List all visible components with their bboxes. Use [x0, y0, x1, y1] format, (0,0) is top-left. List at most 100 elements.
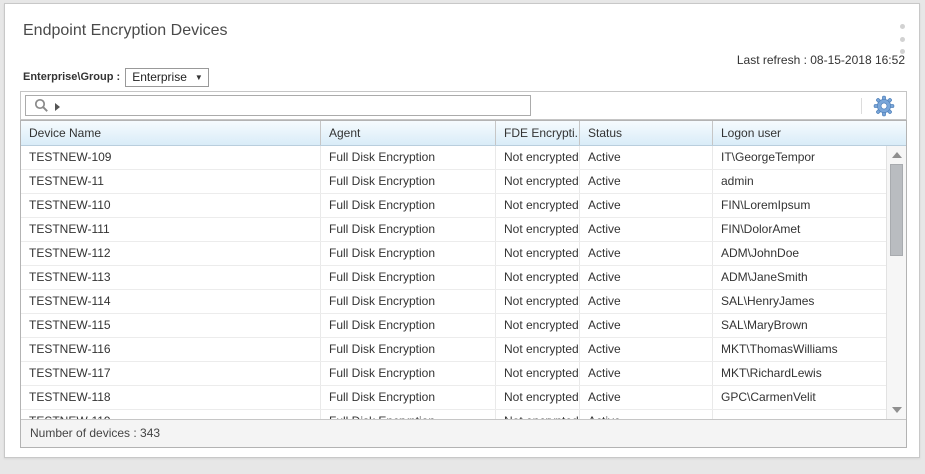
cell-agent: Full Disk Encryption [321, 218, 496, 241]
cell-agent: Full Disk Encryption [321, 170, 496, 193]
scrollbar-thumb[interactable] [890, 164, 903, 256]
cell-logon: IT\GeorgeTempor [713, 146, 886, 169]
group-select-value: Enterprise [132, 70, 187, 84]
cell-device: TESTNEW-118 [21, 386, 321, 409]
table-row[interactable]: TESTNEW-116Full Disk EncryptionNot encry… [21, 338, 886, 362]
cell-logon: MKT\ThomasWilliams [713, 338, 886, 361]
cell-fde: Not encrypted [496, 194, 580, 217]
scroll-down-arrow-icon[interactable] [892, 407, 902, 413]
table-row[interactable]: TESTNEW-112Full Disk EncryptionNot encry… [21, 242, 886, 266]
search-icon [34, 98, 49, 113]
search-toolbar [20, 91, 907, 120]
cell-agent: Full Disk Encryption [321, 194, 496, 217]
table-rows: TESTNEW-109Full Disk EncryptionNot encry… [21, 146, 886, 419]
table-footer: Number of devices : 343 [21, 419, 906, 447]
cell-agent: Full Disk Encryption [321, 314, 496, 337]
endpoint-encryption-devices-widget: Endpoint Encryption Devices Last refresh… [4, 3, 920, 458]
search-box [25, 95, 531, 116]
table-row[interactable]: TESTNEW-117Full Disk EncryptionNot encry… [21, 362, 886, 386]
table-row[interactable]: TESTNEW-115Full Disk EncryptionNot encry… [21, 314, 886, 338]
cell-fde: Not encrypted [496, 146, 580, 169]
column-header-fde[interactable]: FDE Encrypti... [496, 121, 580, 145]
cell-device: TESTNEW-115 [21, 314, 321, 337]
table-row[interactable]: TESTNEW-119Full Disk EncryptionNot encry… [21, 410, 886, 419]
cell-fde: Not encrypted [496, 314, 580, 337]
table-row[interactable]: TESTNEW-11Full Disk EncryptionNot encryp… [21, 170, 886, 194]
cell-status: Active [580, 242, 713, 265]
cell-agent: Full Disk Encryption [321, 338, 496, 361]
cell-logon: MKT\RichardLewis [713, 362, 886, 385]
cell-fde: Not encrypted [496, 218, 580, 241]
cell-device: TESTNEW-109 [21, 146, 321, 169]
cell-fde: Not encrypted [496, 338, 580, 361]
cell-agent: Full Disk Encryption [321, 386, 496, 409]
cell-fde: Not encrypted [496, 266, 580, 289]
cell-status: Active [580, 362, 713, 385]
toolbar-divider [861, 98, 862, 114]
table-row[interactable]: TESTNEW-114Full Disk EncryptionNot encry… [21, 290, 886, 314]
menu-dot [900, 37, 905, 42]
cell-device: TESTNEW-112 [21, 242, 321, 265]
last-refresh-text: Last refresh : 08-15-2018 16:52 [737, 53, 905, 67]
gear-icon [873, 95, 895, 117]
column-header-agent[interactable]: Agent [321, 121, 496, 145]
cell-device: TESTNEW-111 [21, 218, 321, 241]
cell-logon: GPC\CarmenVelit [713, 386, 886, 409]
cell-status: Active [580, 290, 713, 313]
cell-device: TESTNEW-113 [21, 266, 321, 289]
search-options-caret-icon[interactable] [55, 103, 60, 111]
widget-title: Endpoint Encryption Devices [23, 22, 228, 40]
widget-menu-icon[interactable] [895, 24, 909, 54]
cell-logon: ADM\JaneSmith [713, 266, 886, 289]
cell-agent: Full Disk Encryption [321, 242, 496, 265]
cell-agent: Full Disk Encryption [321, 146, 496, 169]
table-row[interactable]: TESTNEW-113Full Disk EncryptionNot encry… [21, 266, 886, 290]
cell-agent: Full Disk Encryption [321, 410, 496, 419]
scroll-up-arrow-icon[interactable] [892, 152, 902, 158]
cell-logon: admin [713, 170, 886, 193]
table-row[interactable]: TESTNEW-109Full Disk EncryptionNot encry… [21, 146, 886, 170]
cell-status: Active [580, 314, 713, 337]
table-row[interactable]: TESTNEW-118Full Disk EncryptionNot encry… [21, 386, 886, 410]
cell-fde: Not encrypted [496, 362, 580, 385]
cell-fde: Not encrypted [496, 242, 580, 265]
cell-device: TESTNEW-11 [21, 170, 321, 193]
cell-status: Active [580, 338, 713, 361]
cell-device: TESTNEW-117 [21, 362, 321, 385]
table-row[interactable]: TESTNEW-110Full Disk EncryptionNot encry… [21, 194, 886, 218]
cell-agent: Full Disk Encryption [321, 266, 496, 289]
cell-status: Active [580, 386, 713, 409]
cell-logon [713, 410, 886, 419]
cell-agent: Full Disk Encryption [321, 362, 496, 385]
column-header-status[interactable]: Status [580, 121, 713, 145]
cell-logon: SAL\MaryBrown [713, 314, 886, 337]
table-scrollbar[interactable] [886, 146, 906, 419]
cell-device: TESTNEW-119 [21, 410, 321, 419]
cell-agent: Full Disk Encryption [321, 290, 496, 313]
cell-status: Active [580, 266, 713, 289]
cell-status: Active [580, 194, 713, 217]
cell-logon: FIN\LoremIpsum [713, 194, 886, 217]
cell-status: Active [580, 170, 713, 193]
table-header-row: Device NameAgentFDE Encrypti...StatusLog… [21, 121, 906, 146]
settings-gear-button[interactable] [873, 95, 895, 117]
cell-status: Active [580, 146, 713, 169]
cell-fde: Not encrypted [496, 170, 580, 193]
cell-device: TESTNEW-116 [21, 338, 321, 361]
device-count-text: Number of devices : 343 [30, 426, 160, 440]
group-select[interactable]: Enterprise ▼ [125, 68, 209, 87]
column-header-device[interactable]: Device Name [21, 121, 321, 145]
cell-status: Active [580, 218, 713, 241]
table-row[interactable]: TESTNEW-111Full Disk EncryptionNot encry… [21, 218, 886, 242]
search-input[interactable] [25, 95, 531, 116]
cell-fde: Not encrypted [496, 386, 580, 409]
table-body: TESTNEW-109Full Disk EncryptionNot encry… [21, 146, 906, 419]
cell-logon: ADM\JohnDoe [713, 242, 886, 265]
devices-table: Device NameAgentFDE Encrypti...StatusLog… [20, 120, 907, 448]
menu-dot [900, 24, 905, 29]
cell-device: TESTNEW-114 [21, 290, 321, 313]
column-header-logon[interactable]: Logon user [713, 121, 906, 145]
cell-status: Active [580, 410, 713, 419]
cell-logon: SAL\HenryJames [713, 290, 886, 313]
cell-fde: Not encrypted [496, 290, 580, 313]
